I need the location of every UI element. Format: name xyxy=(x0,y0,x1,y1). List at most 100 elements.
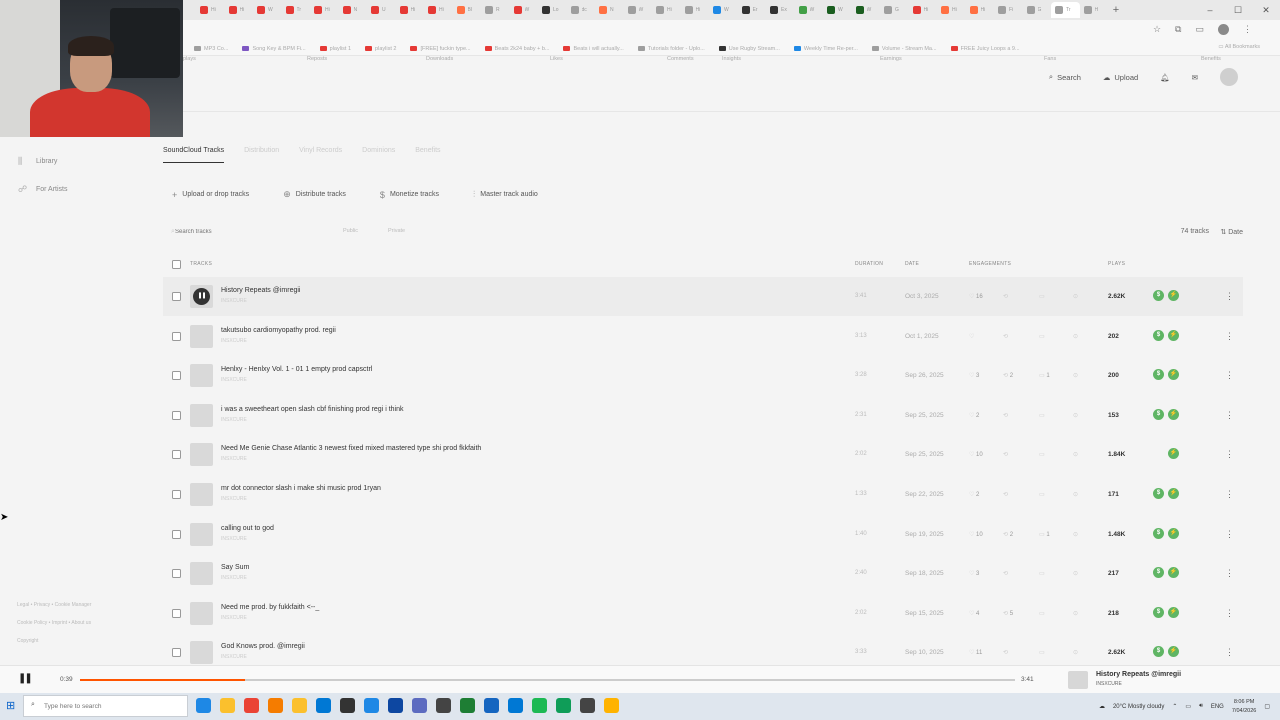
more-options-icon[interactable]: ⋮ xyxy=(1225,410,1234,421)
more-options-icon[interactable]: ⋮ xyxy=(1225,291,1234,302)
address-bar[interactable]: ☆ ⧉ ▭ ⋮ xyxy=(0,20,1280,42)
messages-button[interactable]: ✉ xyxy=(1192,73,1198,82)
taskbar-app-icon[interactable] xyxy=(364,698,379,713)
now-playing-artwork[interactable] xyxy=(1068,671,1088,689)
volume-icon[interactable]: 🔊︎ xyxy=(1199,703,1203,710)
more-options-icon[interactable]: ⋮ xyxy=(1225,647,1234,658)
taskbar-app-icon[interactable] xyxy=(244,698,259,713)
track-artist[interactable]: INSXCURE xyxy=(221,417,247,423)
track-title[interactable]: takutsubo cardiomyopathy prod. regii xyxy=(221,327,336,334)
tab-dominions[interactable]: Dominions xyxy=(362,147,395,163)
browser-tab[interactable]: W xyxy=(852,2,881,18)
tab-benefits[interactable]: Benefits xyxy=(415,147,440,163)
browser-tab[interactable]: Fi xyxy=(994,2,1023,18)
monetize-badge-icon[interactable]: $ xyxy=(1153,527,1164,539)
track-artist[interactable]: INSXCURE xyxy=(221,615,247,621)
row-checkbox[interactable] xyxy=(172,292,181,301)
browser-tab[interactable]: Hi xyxy=(424,2,453,18)
track-artist[interactable]: INSXCURE xyxy=(221,575,247,581)
table-row[interactable]: ❚❚ History Repeats @imregii INSXCURE 3:41 Oc… xyxy=(163,277,1243,316)
browser-tab[interactable]: Hi xyxy=(937,2,966,18)
browser-tab[interactable]: dc xyxy=(567,2,596,18)
browser-tab[interactable]: Ex xyxy=(766,2,795,18)
taskbar-app-icon[interactable] xyxy=(268,698,283,713)
stat-insights[interactable]: Insights xyxy=(722,56,741,62)
taskbar-app-icon[interactable] xyxy=(604,698,619,713)
tab-vinyl-records[interactable]: Vinyl Records xyxy=(299,147,342,163)
bookmark-star-icon[interactable]: ☆ xyxy=(1153,24,1161,35)
footer-links-1[interactable]: Legal • Privacy • Cookie Manager xyxy=(17,602,91,608)
track-title[interactable]: God Knows prod. @imregii xyxy=(221,643,305,650)
row-checkbox[interactable] xyxy=(172,450,181,460)
track-artist[interactable]: INSXCURE xyxy=(221,338,247,344)
monetize-badge-icon[interactable]: $ xyxy=(1153,646,1164,658)
browser-tab[interactable]: H xyxy=(1080,2,1109,18)
browser-tab[interactable]: R xyxy=(481,2,510,18)
progress-bar[interactable] xyxy=(80,679,1015,681)
boost-badge-icon[interactable]: ⚡ xyxy=(1168,290,1179,301)
table-row[interactable]: mr dot connector slash i make shi music … xyxy=(163,475,1243,514)
track-artwork[interactable] xyxy=(190,483,213,506)
browser-tab[interactable]: G xyxy=(1023,2,1052,18)
notifications-button[interactable]: 🔔︎ xyxy=(1160,73,1170,82)
track-title[interactable]: Need Me Genie Chase Atlantic 3 newest fi… xyxy=(221,445,481,452)
upload-button[interactable]: ☁ Upload xyxy=(1103,73,1138,82)
more-options-icon[interactable]: ⋮ xyxy=(1225,331,1234,342)
boost-badge-icon[interactable]: ⚡ xyxy=(1168,369,1179,381)
track-artwork[interactable] xyxy=(190,522,213,546)
track-title[interactable]: History Repeats @imregii xyxy=(221,287,300,294)
table-row[interactable]: Henlxy - Henlxy Vol. 1 - 01 1 empty prod… xyxy=(163,356,1243,395)
more-options-icon[interactable]: ⋮ xyxy=(1225,568,1234,579)
boost-badge-icon[interactable]: ⚡ xyxy=(1168,567,1179,579)
filter-public[interactable]: Public xyxy=(343,228,358,234)
upload-tracks-button[interactable]: + Upload or drop tracks xyxy=(172,189,249,200)
taskbar-app-icon[interactable] xyxy=(436,698,451,713)
bookmark-item[interactable]: MP3 Co... xyxy=(194,46,228,52)
filter-private[interactable]: Private xyxy=(388,228,405,234)
table-row[interactable]: Need Me Genie Chase Atlantic 3 newest fi… xyxy=(163,435,1243,474)
monetize-badge-icon[interactable]: $ xyxy=(1153,290,1164,301)
browser-tab[interactable]: Hi xyxy=(909,2,938,18)
pause-button[interactable]: ❚❚ xyxy=(18,673,33,684)
more-options-icon[interactable]: ⋮ xyxy=(1225,449,1234,460)
boost-badge-icon[interactable]: ⚡ xyxy=(1168,448,1179,460)
table-row[interactable]: Say Sum INSXCURE 2:40 Sep 18, 2025 ♡ 3 ⟲ ▭ ⊙ 2… xyxy=(163,554,1243,593)
browser-tab[interactable]: W xyxy=(709,2,738,18)
new-tab-button[interactable]: + xyxy=(1108,4,1124,16)
boost-badge-icon[interactable]: ⚡ xyxy=(1168,646,1179,658)
row-checkbox[interactable] xyxy=(172,331,181,341)
boost-badge-icon[interactable]: ⚡ xyxy=(1168,408,1179,420)
browser-tab[interactable]: Bl xyxy=(453,2,482,18)
browser-tab[interactable]: W xyxy=(795,2,824,18)
browser-tab[interactable]: W xyxy=(624,2,653,18)
table-row[interactable]: i was a sweetheart open slash cbf finish… xyxy=(163,396,1243,435)
row-checkbox[interactable] xyxy=(172,490,181,499)
weather-text[interactable]: 20°C Mostly cloudy xyxy=(1113,704,1164,710)
browser-tab[interactable]: Hi xyxy=(396,2,425,18)
bookmark-item[interactable]: Use Rugby Stream... xyxy=(718,46,780,52)
track-artist[interactable]: INSXCURE xyxy=(221,456,247,462)
browser-tab[interactable]: Hi xyxy=(652,2,681,18)
all-bookmarks-link[interactable]: ▭ All Bookmarks xyxy=(1218,44,1260,50)
boost-badge-icon[interactable]: ⚡ xyxy=(1168,329,1179,341)
row-checkbox[interactable] xyxy=(172,371,181,381)
bookmark-item[interactable]: Volume - Stream Ma... xyxy=(871,46,937,52)
track-artwork[interactable] xyxy=(190,364,213,388)
track-artist[interactable]: INSXCURE xyxy=(221,496,247,502)
extension-icon[interactable]: ⧉ xyxy=(1175,24,1181,35)
select-all-checkbox[interactable] xyxy=(172,260,181,269)
taskbar-app-icon[interactable] xyxy=(532,698,547,713)
bookmark-item[interactable]: Song Key & BPM Fi... xyxy=(242,46,306,52)
taskbar-app-icon[interactable] xyxy=(412,698,427,713)
taskbar-app-icon[interactable] xyxy=(292,698,307,713)
stat-comments[interactable]: Comments xyxy=(667,56,694,62)
bookmark-item[interactable]: [FREE] fuckin type... xyxy=(410,46,471,52)
monetize-badge-icon[interactable]: $ xyxy=(1153,329,1164,341)
track-search-input[interactable] xyxy=(163,225,323,239)
track-artist[interactable]: INSXCURE xyxy=(221,536,247,542)
track-artist[interactable]: INSXCURE xyxy=(221,298,247,304)
more-options-icon[interactable]: ⋮ xyxy=(1225,529,1234,540)
row-checkbox[interactable] xyxy=(172,608,181,618)
browser-tab[interactable]: Er xyxy=(738,2,767,18)
maximize-button[interactable]: ☐ xyxy=(1224,0,1252,20)
